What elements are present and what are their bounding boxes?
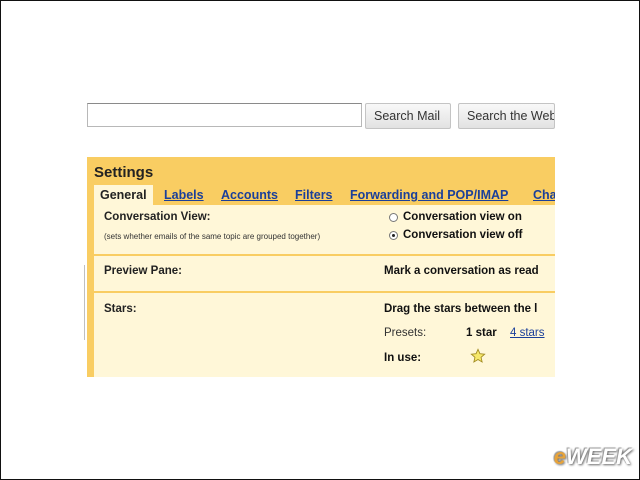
tab-chat[interactable]: Cha [533,185,555,206]
search-web-button[interactable]: Search the Web [458,103,555,129]
conversation-view-off-label[interactable]: Conversation view off [403,229,523,241]
search-mail-button[interactable]: Search Mail [365,103,451,129]
page-title: Settings [94,164,154,181]
settings-panel: Settings General Labels Accounts Filters… [87,157,555,377]
section-divider [94,291,555,293]
conversation-view-hint: (sets whether emails of the same topic a… [104,232,321,241]
conversation-view-off-radio[interactable] [389,231,398,240]
tab-labels[interactable]: Labels [164,185,204,206]
in-use-label: In use: [384,352,422,364]
presets-label: Presets: [384,327,427,339]
preset-1-star: 1 star [466,327,497,339]
tab-forwarding-pop-imap[interactable]: Forwarding and POP/IMAP [350,185,508,206]
section-divider [94,254,555,256]
conversation-view-label: Conversation View: [104,211,211,223]
eweek-logo: eWEEK [553,444,632,469]
tab-filters[interactable]: Filters [295,185,333,206]
general-settings-panel: Conversation View: (sets whether emails … [94,205,555,377]
tab-general[interactable]: General [94,185,153,206]
conversation-view-on-label[interactable]: Conversation view on [403,211,522,223]
conversation-view-on-radio[interactable] [389,213,398,222]
star-icon[interactable] [470,348,486,364]
preset-4-stars-link[interactable]: 4 stars [510,327,545,339]
preview-pane-value: Mark a conversation as read [384,265,539,277]
stars-label: Stars: [104,303,137,315]
search-input[interactable] [87,103,362,127]
preview-pane-label: Preview Pane: [104,265,182,277]
tab-accounts[interactable]: Accounts [221,185,278,206]
stars-description: Drag the stars between the l [384,303,538,315]
settings-tabs: General Labels Accounts Filters Forwardi… [87,185,555,206]
page-edge-line [84,265,85,340]
